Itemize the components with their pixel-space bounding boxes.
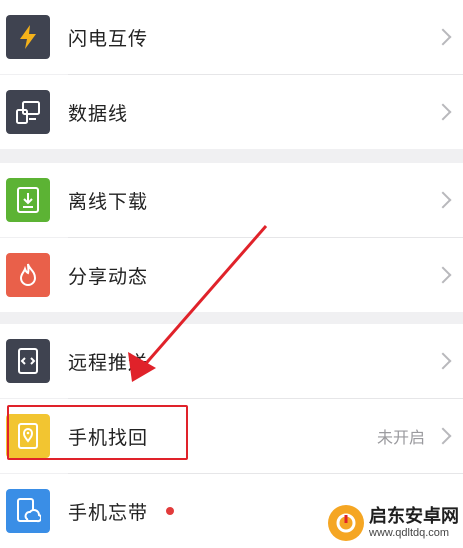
chevron-right-icon (434, 352, 452, 370)
remote-push-label: 远程推送 (68, 352, 149, 374)
phone-forgotten-label: 手机忘带 (68, 502, 149, 524)
pc-connect-icon (6, 90, 50, 134)
lightning-icon (6, 15, 50, 59)
remote-push-icon (6, 339, 50, 383)
flame-icon (6, 253, 50, 297)
settings-page: { "items": [ {"label":"闪电互传","icon":"lig… (0, 0, 463, 548)
watermark-url: www.qdltdq.com (369, 526, 450, 539)
chevron-right-icon (434, 427, 452, 445)
highlight-box (7, 405, 188, 460)
chevron-right-icon (434, 28, 452, 46)
watermark-title: 启东安卓网 (369, 506, 459, 527)
chevron-right-icon (434, 191, 452, 209)
notification-dot (166, 507, 174, 515)
list-item-offline-download[interactable]: 离线下载 (0, 163, 463, 237)
watermark-logo-icon (328, 505, 364, 541)
status-text: 未开启 (376, 430, 425, 447)
list-item-share-moments[interactable]: 分享动态 (0, 238, 463, 312)
offline-download-label: 离线下载 (68, 191, 149, 213)
list-item-remote-push[interactable]: 远程推送 (0, 324, 463, 398)
chevron-right-icon (434, 103, 452, 121)
phone-cloud-icon (6, 489, 50, 533)
download-icon (6, 178, 50, 222)
list-item-flash-transfer[interactable]: 闪电互传 (0, 0, 463, 74)
flash-transfer-label: 闪电互传 (68, 28, 149, 50)
list-item-data-cable[interactable]: 数据线 (0, 75, 463, 149)
data-cable-label: 数据线 (68, 103, 129, 125)
share-moments-label: 分享动态 (68, 266, 149, 288)
watermark: 启东安卓网 www.qdltdq.com (328, 505, 459, 541)
chevron-right-icon (434, 266, 452, 284)
